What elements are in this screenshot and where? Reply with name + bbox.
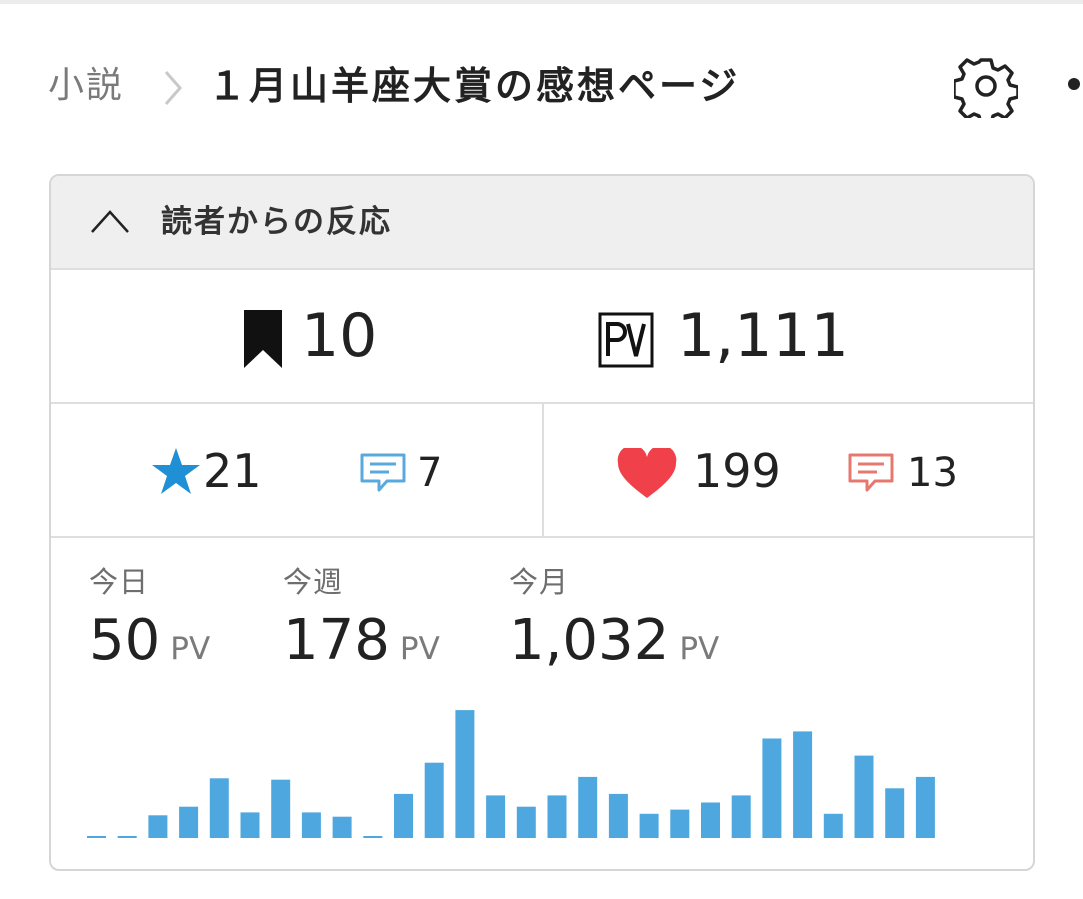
heart-icon bbox=[617, 448, 677, 498]
reactions-divider bbox=[542, 404, 544, 536]
pv-stat-today: 今日 50 PV bbox=[89, 562, 210, 689]
comment-icon[interactable] bbox=[847, 452, 895, 494]
pv-stat-week: 今週 178 PV bbox=[283, 562, 440, 689]
bookmark-pv-row: 10 1,111 bbox=[51, 270, 1033, 404]
chart-bar bbox=[823, 813, 843, 838]
chart-bar bbox=[547, 795, 567, 838]
pv-total-count: 1,111 bbox=[677, 301, 849, 371]
chart-bar bbox=[424, 762, 444, 838]
chart-bar bbox=[301, 812, 321, 838]
chart-bar bbox=[701, 802, 720, 838]
star-count: 21 bbox=[203, 444, 262, 498]
chart-bar bbox=[608, 793, 628, 838]
pv-stat-unit: PV bbox=[170, 631, 211, 667]
pv-stat-number: 50 bbox=[89, 608, 161, 673]
chart-bar bbox=[240, 812, 260, 838]
daily-pv-chart bbox=[87, 710, 935, 838]
pv-stat-number: 1,032 bbox=[509, 608, 670, 673]
bookmark-count: 10 bbox=[301, 301, 378, 371]
pv-stat-unit: PV bbox=[399, 631, 440, 667]
chevron-up-icon bbox=[91, 210, 129, 233]
chart-bar bbox=[87, 836, 106, 838]
chart-bar bbox=[731, 795, 751, 838]
reactions-panel-toggle[interactable]: 読者からの反応 bbox=[51, 176, 1033, 270]
chart-bar bbox=[148, 815, 168, 838]
bookmark-icon bbox=[244, 310, 282, 368]
more-icon[interactable] bbox=[1068, 78, 1080, 90]
top-divider bbox=[0, 0, 1083, 4]
chart-bar bbox=[271, 779, 291, 838]
comment-icon[interactable] bbox=[359, 452, 407, 494]
panel-title: 読者からの反応 bbox=[161, 204, 392, 240]
star-icon bbox=[152, 448, 200, 494]
chevron-right-icon bbox=[164, 71, 182, 105]
pv-icon bbox=[598, 312, 654, 368]
chart-bar bbox=[516, 806, 536, 838]
chart-bar bbox=[793, 731, 813, 838]
reader-reactions-panel: 読者からの反応 10 1,111 21 7 199 13 今日 50 PV 今週… bbox=[49, 174, 1035, 871]
page-title: １月山羊座大賞の感想ページ bbox=[208, 64, 741, 108]
pv-stat-number: 178 bbox=[283, 608, 390, 673]
chart-bar bbox=[639, 813, 659, 838]
chart-bar bbox=[762, 738, 782, 838]
pv-stats: 今日 50 PV 今週 178 PV 今月 1,032 PV bbox=[51, 538, 1033, 688]
pv-stat-label: 今週 bbox=[283, 565, 344, 599]
chart-bar bbox=[363, 836, 383, 838]
pv-stat-month: 今月 1,032 PV bbox=[509, 562, 719, 689]
gear-icon[interactable] bbox=[954, 54, 1018, 118]
star-comment-count: 7 bbox=[417, 450, 443, 496]
breadcrumb-parent-link[interactable]: 小説 bbox=[48, 58, 124, 114]
reactions-row: 21 7 199 13 bbox=[51, 404, 1033, 538]
chart-bar bbox=[486, 795, 506, 838]
page-header: 小説 １月山羊座大賞の感想ページ bbox=[48, 52, 1083, 122]
chart-bar bbox=[179, 806, 199, 838]
pv-stat-unit: PV bbox=[679, 631, 720, 667]
chart-bar bbox=[885, 788, 905, 838]
chart-bar bbox=[117, 836, 137, 838]
chart-bar bbox=[670, 809, 690, 838]
pv-stat-label: 今月 bbox=[509, 565, 570, 599]
chart-bar bbox=[209, 778, 229, 838]
heart-count: 199 bbox=[693, 444, 781, 498]
chart-bar bbox=[394, 793, 413, 838]
pv-stat-label: 今日 bbox=[89, 565, 150, 599]
heart-comment-count: 13 bbox=[907, 450, 958, 496]
chart-bar bbox=[332, 816, 352, 838]
chart-bar bbox=[915, 776, 935, 838]
chart-bar bbox=[854, 755, 874, 838]
chart-bar bbox=[578, 776, 598, 838]
chart-bar bbox=[455, 710, 475, 838]
